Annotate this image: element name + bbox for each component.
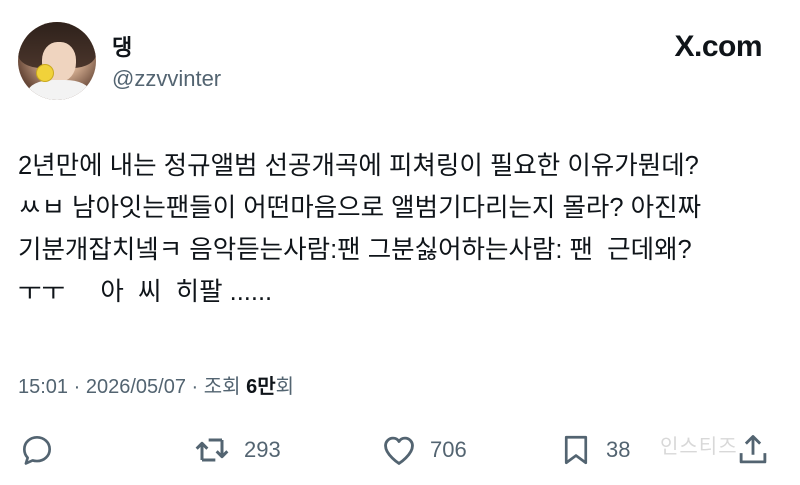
like-button[interactable]: 706	[380, 425, 467, 475]
reply-icon	[22, 435, 52, 465]
tweet-line: 2년만에 내는 정규앨범 선공개곡에 피쳐링이 필요한 이유가뭔데?	[18, 152, 699, 180]
like-icon	[384, 436, 414, 465]
watermark: 인스티즈	[660, 436, 738, 458]
tweet-time[interactable]: 15:01	[18, 376, 68, 398]
meta-separator: ·	[191, 376, 199, 398]
views-label: 조회	[203, 376, 241, 398]
bookmark-button[interactable]: 38	[558, 425, 630, 475]
share-icon	[739, 435, 767, 464]
tweet-date[interactable]: 2026/05/07	[86, 376, 186, 398]
tweet-line: ㅜㅜ 아 씨 히팔 ......	[18, 278, 273, 306]
retweet-icon	[195, 438, 229, 462]
bookmark-icon	[564, 435, 588, 465]
avatar-shirt	[28, 80, 90, 100]
share-button[interactable]	[734, 425, 772, 475]
views-suffix: 회	[275, 376, 295, 398]
tweet-line: ㅆㅂ 남아잇는팬들이 어떤마음으로 앨범기다리는지 몰라? 아진짜	[18, 194, 702, 222]
author-display-name[interactable]: 댕	[112, 30, 132, 62]
retweet-button[interactable]: 293	[192, 425, 281, 475]
tweet-text: 2년만에 내는 정규앨범 선공개곡에 피쳐링이 필요한 이유가뭔데? ㅆㅂ 남아잇…	[18, 145, 788, 313]
retweet-count: 293	[244, 437, 281, 462]
reply-button[interactable]	[18, 425, 68, 475]
views-count: 6만	[246, 376, 276, 398]
like-count: 706	[430, 437, 467, 462]
x-logo: X.com	[674, 30, 762, 63]
tweet-meta: 15:01 · 2026/05/07 · 조회 6만회	[18, 370, 294, 399]
avatar-ball	[36, 64, 54, 82]
avatar[interactable]	[18, 22, 96, 100]
tweet-line: 기분개잡치넼ㅋ 음악듣는사람:팬 그분싫어하는사람: 팬 근데왜?	[18, 236, 692, 264]
author-handle[interactable]: @zzvvinter	[112, 66, 221, 92]
meta-separator: ·	[73, 376, 81, 398]
bookmark-count: 38	[606, 437, 631, 462]
